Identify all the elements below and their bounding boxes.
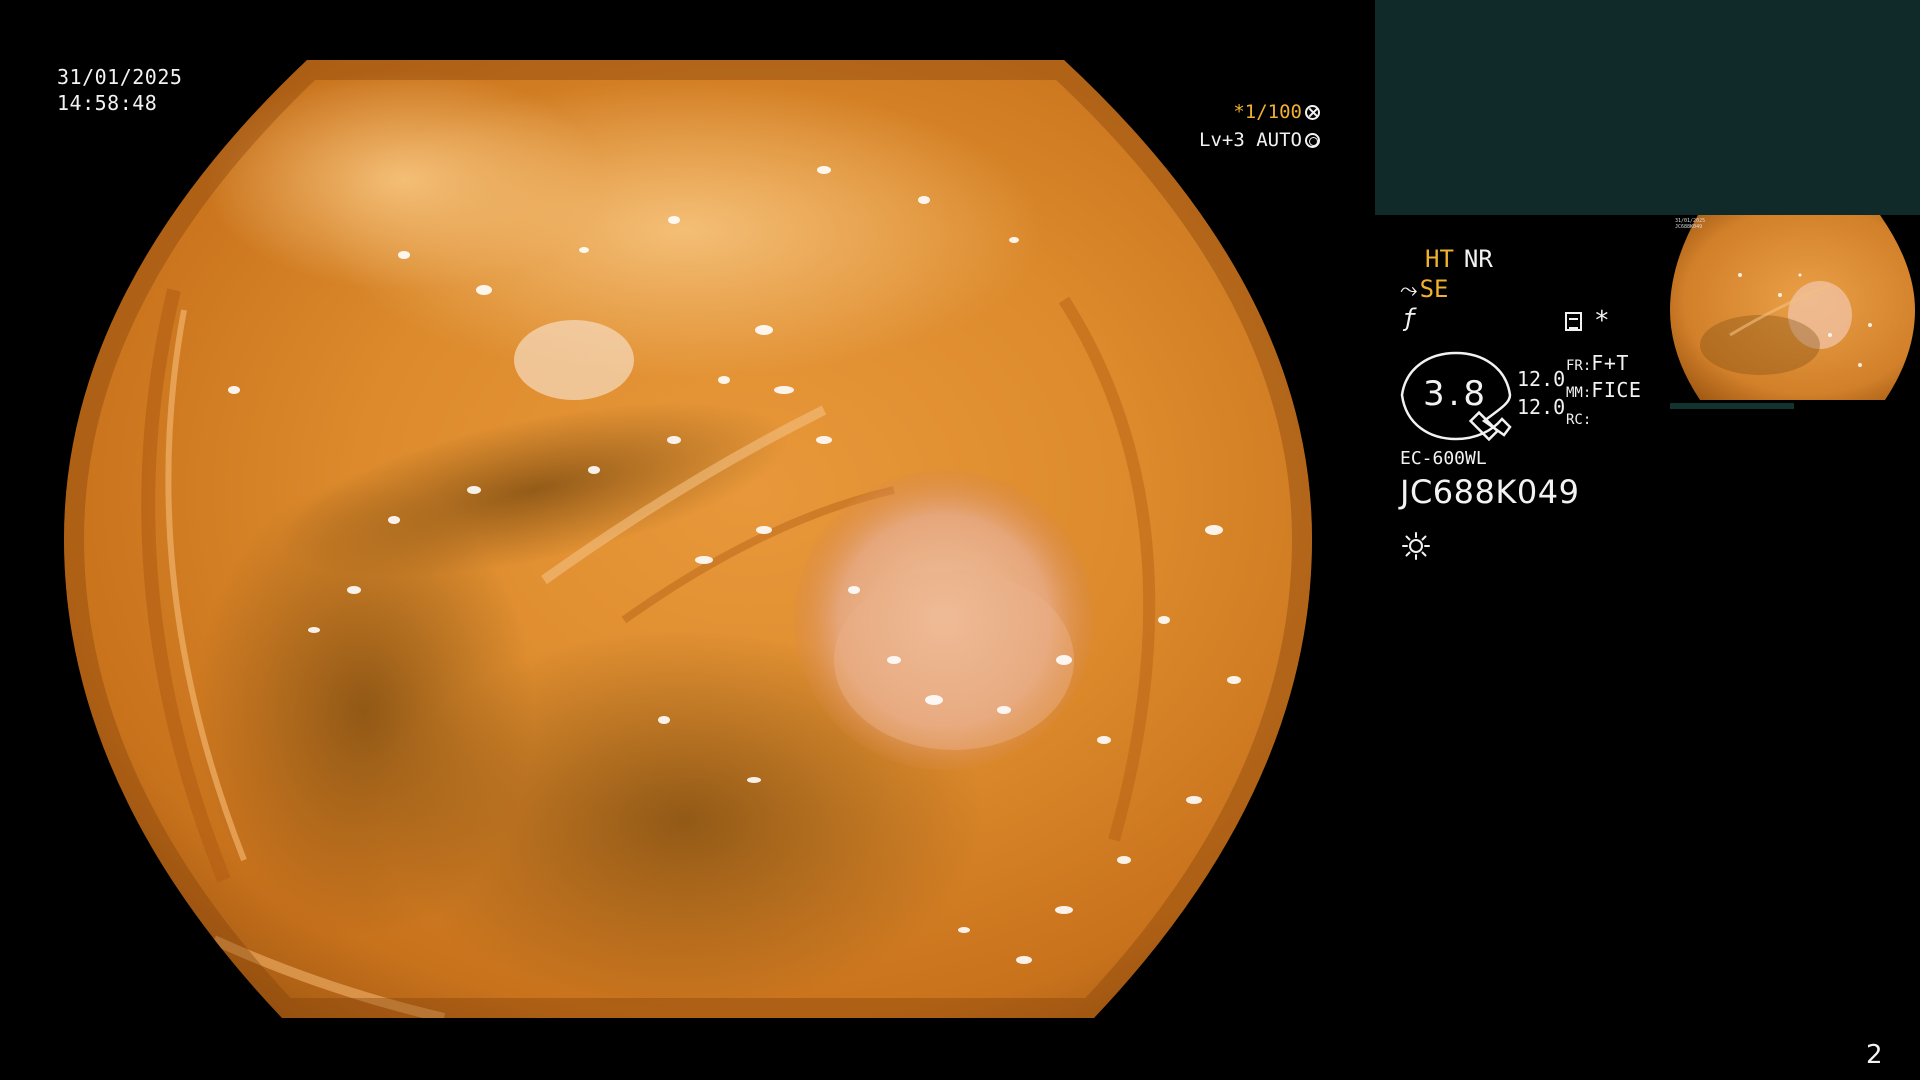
thumbnail-serial: JC688K049 [1675,224,1703,230]
secondary-video-panel [1375,0,1920,215]
endoscopic-view [64,60,1312,1018]
asterisk-mark: * [1594,306,1610,336]
se-indicator: SE [1419,275,1449,303]
aperture-icon [1305,105,1320,120]
mm-value: FICE [1591,378,1642,402]
thumbnail-image [1670,215,1915,400]
endoscopy-screen: 31/01/2025 14:58:48 *1/100 Lv+3 AUTO HT N… [0,0,1920,1080]
numeric-readouts: 12.0 12.0 [1517,365,1565,421]
exposure-level: Lv+3 AUTO [1180,126,1320,154]
exposure-overlay: *1/100 Lv+3 AUTO [1180,98,1320,154]
enhancement-row: HT NR [1425,245,1493,273]
ht-indicator: HT [1425,245,1454,273]
thumbnail-bar [1670,403,1794,409]
level-text: Lv+3 AUTO [1199,129,1302,151]
readout-top: 12.0 [1517,367,1566,391]
shutter-text: *1/100 [1233,101,1302,123]
scope-serial: JC688K049 [1400,473,1580,511]
nr-indicator: NR [1463,245,1493,273]
endoscopic-image [64,60,1312,1018]
hook-icon: ⤳ [1400,278,1418,303]
page-number: 2 [1866,1040,1883,1070]
datetime-overlay: 31/01/2025 14:58:48 [57,64,182,116]
capture-thumbnail[interactable]: 31/01/2025 JC688K049 [1670,215,1920,415]
mm-label: MM: [1566,385,1592,401]
status-icons: * [1565,306,1610,336]
auto-exposure-icon [1305,133,1320,148]
light-icon [1402,532,1430,560]
scope-model: EC-600WL [1400,448,1487,469]
fr-value: F+T [1591,351,1629,375]
thumbnail-overlay: 31/01/2025 JC688K049 [1675,218,1705,230]
time-text: 14:58:48 [57,91,158,115]
f-symbol: ƒ [1402,304,1417,332]
memo-icon [1565,311,1582,331]
mm-row: MM:FICE [1566,378,1641,405]
readout-bottom: 12.0 [1517,395,1566,419]
mode-readouts: FR:F+T MM:FICE RC: [1566,351,1641,432]
rc-label: RC: [1566,412,1592,428]
structure-enhancement-row: ⤳SE [1400,275,1449,303]
scope-badge: 3.8 [1400,351,1512,441]
shutter-speed: *1/100 [1180,98,1320,126]
scope-value: 3.8 [1422,374,1490,414]
rc-row: RC: [1566,405,1641,432]
fr-label: FR: [1566,358,1592,374]
date-text: 31/01/2025 [57,65,183,89]
fr-row: FR:F+T [1566,351,1641,378]
